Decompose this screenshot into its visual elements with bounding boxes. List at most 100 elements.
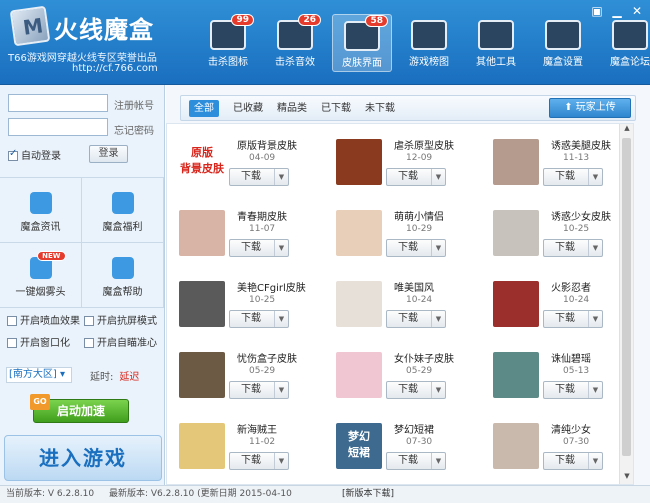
tab-downloaded[interactable]: 已下载: [317, 100, 355, 117]
feature-tile-1[interactable]: 魔盒福利: [82, 178, 164, 243]
skin-card[interactable]: 诱惑少女皮肤 10-25 下载 ▼: [485, 203, 635, 273]
skin-card[interactable]: 原版 背景皮肤 原版背景皮肤 04-09 下载 ▼: [171, 132, 321, 202]
option-toggle[interactable]: 开启自瞄准心: [84, 334, 157, 349]
dropdown-arrow-icon[interactable]: ▼: [274, 240, 288, 256]
skin-name: 火影忍者: [551, 283, 591, 294]
skin-card[interactable]: 青春期皮肤 11-07 下载 ▼: [171, 203, 321, 273]
account-input[interactable]: [8, 94, 108, 112]
skin-card[interactable]: 火影忍者 10-24 下载 ▼: [485, 274, 635, 344]
skin-thumbnail[interactable]: [336, 210, 382, 256]
dropdown-arrow-icon[interactable]: ▼: [588, 240, 602, 256]
register-link[interactable]: 注册帐号: [114, 97, 154, 112]
tab-featured[interactable]: 精品类: [273, 100, 311, 117]
download-button[interactable]: 下载 ▼: [386, 168, 446, 186]
option-checkbox[interactable]: [7, 316, 17, 326]
player-upload-button[interactable]: ⬆ 玩家上传: [549, 98, 631, 118]
option-toggle[interactable]: 开启抗屏模式: [84, 312, 157, 327]
skin-thumbnail[interactable]: [336, 281, 382, 327]
auto-login-checkbox[interactable]: [8, 148, 18, 161]
skin-thumbnail[interactable]: [179, 352, 225, 398]
download-button[interactable]: 下载 ▼: [543, 239, 603, 257]
download-button[interactable]: 下载 ▼: [229, 239, 289, 257]
skin-thumbnail[interactable]: [336, 352, 382, 398]
download-button[interactable]: 下载 ▼: [386, 452, 446, 470]
password-input[interactable]: [8, 118, 108, 136]
nav-item-5[interactable]: 魔盒设置: [533, 14, 593, 72]
nav-item-1[interactable]: 26 击杀音效: [265, 14, 325, 72]
skin-card[interactable]: 梦幻 短裙 梦幻短裙 07-30 下载 ▼: [328, 416, 478, 486]
feature-tile-3[interactable]: 魔盒帮助: [82, 243, 164, 308]
tab-favorites[interactable]: 已收藏: [229, 100, 267, 117]
dropdown-arrow-icon[interactable]: ▼: [431, 453, 445, 469]
feature-tile-2[interactable]: NEW 一键烟雾头: [0, 243, 82, 308]
skin-thumbnail[interactable]: [493, 352, 539, 398]
skin-thumbnail[interactable]: 原版 背景皮肤: [179, 139, 225, 185]
download-button[interactable]: 下载 ▼: [229, 168, 289, 186]
skin-thumbnail[interactable]: [336, 139, 382, 185]
option-checkbox[interactable]: [84, 338, 94, 348]
download-button[interactable]: 下载 ▼: [386, 239, 446, 257]
nav-item-2[interactable]: 58 皮肤界面: [332, 14, 392, 72]
skin-thumbnail[interactable]: [493, 139, 539, 185]
dropdown-arrow-icon[interactable]: ▼: [274, 311, 288, 327]
download-button[interactable]: 下载 ▼: [229, 452, 289, 470]
download-button[interactable]: 下载 ▼: [543, 452, 603, 470]
dropdown-arrow-icon[interactable]: ▼: [431, 311, 445, 327]
forgot-password-link[interactable]: 忘记密码: [114, 122, 154, 137]
option-checkbox[interactable]: [7, 338, 17, 348]
skin-card[interactable]: 唯美国风 10-24 下载 ▼: [328, 274, 478, 344]
feature-tile-0[interactable]: 魔盒资讯: [0, 178, 82, 243]
skin-thumbnail[interactable]: [179, 423, 225, 469]
skin-card[interactable]: 萌萌小情侣 10-29 下载 ▼: [328, 203, 478, 273]
skin-thumbnail[interactable]: [179, 281, 225, 327]
skin-thumbnail[interactable]: [493, 210, 539, 256]
tab-all[interactable]: 全部: [189, 100, 219, 117]
download-button[interactable]: 下载 ▼: [543, 381, 603, 399]
skin-thumbnail[interactable]: [493, 423, 539, 469]
skin-card[interactable]: 虐杀原型皮肤 12-09 下载 ▼: [328, 132, 478, 202]
option-checkbox[interactable]: [84, 316, 94, 326]
skin-card[interactable]: 忧伤盒子皮肤 05-29 下载 ▼: [171, 345, 321, 415]
download-button[interactable]: 下载 ▼: [543, 168, 603, 186]
dropdown-arrow-icon[interactable]: ▼: [431, 382, 445, 398]
download-button[interactable]: 下载 ▼: [229, 381, 289, 399]
dropdown-arrow-icon[interactable]: ▼: [274, 453, 288, 469]
download-button[interactable]: 下载 ▼: [386, 381, 446, 399]
download-button[interactable]: 下载 ▼: [229, 310, 289, 328]
skin-card[interactable]: 诛仙碧瑶 05-13 下载 ▼: [485, 345, 635, 415]
nav-item-3[interactable]: 游戏榜图: [399, 14, 459, 72]
skin-card[interactable]: 美艳CFgirl皮肤 10-25 下载 ▼: [171, 274, 321, 344]
skin-card[interactable]: 清纯少女 07-30 下载 ▼: [485, 416, 635, 486]
skin-thumbnail[interactable]: [493, 281, 539, 327]
nav-item-6[interactable]: 魔盒论坛: [600, 14, 650, 72]
new-version-link[interactable]: [新版本下载]: [342, 486, 394, 502]
dropdown-arrow-icon[interactable]: ▼: [588, 311, 602, 327]
dropdown-arrow-icon[interactable]: ▼: [431, 169, 445, 185]
dropdown-arrow-icon[interactable]: ▼: [588, 382, 602, 398]
accelerate-label: 启动加速: [56, 404, 105, 418]
download-button[interactable]: 下载 ▼: [386, 310, 446, 328]
app-url[interactable]: http://cf.766.com: [72, 63, 158, 74]
nav-item-0[interactable]: 99 击杀图标: [198, 14, 258, 72]
option-toggle[interactable]: 开启喷血效果: [7, 312, 80, 327]
dropdown-arrow-icon[interactable]: ▼: [274, 169, 288, 185]
dropdown-arrow-icon[interactable]: ▼: [431, 240, 445, 256]
tab-not-downloaded[interactable]: 未下载: [361, 100, 399, 117]
skin-thumbnail[interactable]: 梦幻 短裙: [336, 423, 382, 469]
accelerate-button[interactable]: GO 启动加速: [30, 394, 129, 423]
region-select[interactable]: [南方大区] ▾: [6, 367, 72, 383]
skin-date: 12-09: [406, 153, 433, 163]
skin-thumbnail[interactable]: [179, 210, 225, 256]
skin-card[interactable]: 女仆妹子皮肤 05-29 下载 ▼: [328, 345, 478, 415]
nav-item-4[interactable]: 其他工具: [466, 14, 526, 72]
skin-card[interactable]: 新海贼王 11-02 下载 ▼: [171, 416, 321, 486]
dropdown-arrow-icon[interactable]: ▼: [274, 382, 288, 398]
enter-game-button[interactable]: 进入游戏: [4, 435, 162, 481]
option-toggle[interactable]: 开启窗口化: [7, 334, 70, 349]
dropdown-arrow-icon[interactable]: ▼: [588, 453, 602, 469]
auto-login[interactable]: 自动登录: [8, 147, 61, 162]
skin-card[interactable]: 诱惑美腿皮肤 11-13 下载 ▼: [485, 132, 635, 202]
login-button[interactable]: 登录: [89, 145, 128, 163]
download-button[interactable]: 下载 ▼: [543, 310, 603, 328]
dropdown-arrow-icon[interactable]: ▼: [588, 169, 602, 185]
